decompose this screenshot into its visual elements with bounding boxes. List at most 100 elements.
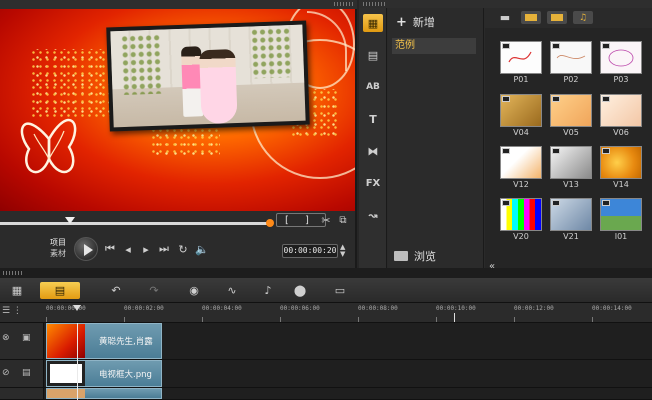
sparkle-decoration [150, 127, 220, 157]
scrubber-track[interactable] [0, 222, 272, 225]
sound-mixer-icon[interactable]: ∿ [222, 282, 242, 299]
thumb-p03[interactable] [600, 41, 642, 74]
trim-end-marker[interactable] [266, 219, 274, 227]
path-icon[interactable]: ↝ [363, 206, 383, 224]
ruler-label: 00:00:06:00 [280, 305, 320, 312]
ruler-label: 00:00:08:00 [358, 305, 398, 312]
transition-icon[interactable]: ⧓ [363, 142, 383, 160]
show-audio-icon[interactable]: ♫ [573, 11, 593, 24]
add-folder-button[interactable]: + 新增 [396, 14, 435, 30]
motion-tracking-icon[interactable]: ⬤ [290, 282, 310, 299]
enlarge-preview-icon[interactable]: ⧉ [336, 213, 350, 227]
video-editor-window: [ ] ✂ ⧉ 项目 素材 ⏮ ◂ ▸ ⏭ ↻ 🔈 00:00:00:20 ▲ ▼… [0, 0, 652, 400]
thumb-v12[interactable] [500, 146, 542, 179]
overlay-track-icon: ▤ [22, 368, 31, 378]
folder-icon[interactable]: ▬ [495, 11, 515, 24]
repeat-icon[interactable]: ↻ [177, 243, 189, 256]
record-capture-icon[interactable]: ◉ [184, 282, 204, 299]
thumb-p01[interactable] [500, 41, 542, 74]
thumb-label: V06 [613, 128, 629, 137]
scrubber-handle[interactable] [65, 217, 75, 224]
thumb-label: V04 [513, 128, 529, 137]
panel-grip[interactable] [3, 271, 23, 275]
media-icon[interactable]: ▦ [363, 14, 383, 32]
timeline-clip[interactable]: 黄聪先生,肖露 [46, 323, 162, 359]
ruler-label: 00:00:14:00 [592, 305, 632, 312]
browse-icon [394, 251, 408, 261]
browse-label: 浏览 [414, 250, 436, 263]
redo-icon[interactable]: ↷ [146, 282, 162, 299]
play-mode-selector[interactable]: 项目 素材 [50, 237, 66, 259]
mode-project[interactable]: 项目 [50, 237, 66, 248]
overlay-track-header: ⊘ ▤ [0, 360, 44, 387]
volume-icon[interactable]: 🔈 [195, 243, 209, 256]
timeline-view-icon[interactable]: ▤ [40, 282, 80, 299]
thumb-label: P03 [613, 75, 629, 84]
thumb-v06[interactable] [600, 94, 642, 127]
undo-icon[interactable]: ↶ [108, 282, 124, 299]
video-track-header: ⊗ ▣ [0, 323, 44, 359]
add-folder-label: 新增 [412, 16, 435, 29]
home-icon[interactable]: ⏮ [104, 242, 116, 255]
library-panel: ▦ ▤ AB T ⧓ FX ↝ + 新增 范例 浏览 ▬ ♫ P01 P02 P… [359, 0, 652, 272]
thumb-label: V05 [563, 128, 579, 137]
play-button[interactable] [74, 237, 98, 261]
next-frame-icon[interactable]: ▸ [140, 243, 152, 256]
timeline-ruler[interactable]: ☰ ⋮ 00:00:00:00 00:00:02:00 00:00:04:00 … [0, 303, 652, 323]
video-track: ⊗ ▣ 黄聪先生,肖露 [0, 323, 652, 360]
track-manager-icon[interactable]: ☰ ⋮ [2, 306, 22, 316]
folder-item-selected[interactable]: 范例 [392, 38, 476, 54]
auto-music-icon[interactable]: ♪ [258, 282, 278, 299]
thumb-v13[interactable] [550, 146, 592, 179]
text-icon[interactable]: T [363, 110, 383, 128]
split-scissors-icon[interactable]: ✂ [319, 212, 333, 228]
mark-in-button[interactable]: [ [285, 215, 289, 226]
panel-grip[interactable] [334, 2, 354, 6]
panel-grip[interactable] [363, 2, 387, 6]
scrubber-bar: [ ] ✂ ⧉ [0, 211, 355, 231]
clip-label: 电视框大.png [99, 369, 152, 380]
thumb-i01[interactable] [600, 198, 642, 231]
browse-button[interactable]: 浏览 [394, 248, 436, 264]
timeline-clip[interactable]: 电视框大.png [46, 360, 162, 387]
track-lock-icon[interactable]: ⊘ [2, 368, 10, 378]
title-icon[interactable]: AB [363, 78, 383, 96]
show-video-icon[interactable] [521, 11, 541, 24]
plus-icon: + [396, 14, 407, 30]
instant-project-icon[interactable]: ▤ [363, 46, 383, 64]
thumb-label: P01 [513, 75, 529, 84]
end-icon[interactable]: ⏭ [158, 242, 170, 255]
thumb-v05[interactable] [550, 94, 592, 127]
thumb-label: V14 [613, 180, 629, 189]
show-photo-icon[interactable] [547, 11, 567, 24]
thumb-p02[interactable] [550, 41, 592, 74]
subtitle-editor-icon[interactable]: ▭ [330, 282, 350, 299]
ruler-label: 00:00:04:00 [202, 305, 242, 312]
folder-list: + 新增 范例 浏览 [388, 8, 484, 268]
mode-clip[interactable]: 素材 [50, 248, 66, 259]
timecode-display[interactable]: 00:00:00:20 [282, 244, 338, 258]
thumb-v04[interactable] [500, 94, 542, 127]
fx-icon[interactable]: FX [363, 174, 383, 192]
video-track-icon: ▣ [22, 333, 31, 343]
library-header [359, 0, 652, 8]
previous-frame-icon[interactable]: ◂ [122, 243, 134, 256]
timeline-clip[interactable] [46, 388, 162, 399]
mark-out-button[interactable]: ] [305, 215, 309, 226]
thumb-v20[interactable] [500, 198, 542, 231]
timeline-divider [0, 268, 652, 278]
thumb-v21[interactable] [550, 198, 592, 231]
overlay-track: ⊘ ▤ 电视框大.png [0, 360, 652, 388]
ruler-label: 00:00:12:00 [514, 305, 554, 312]
preview-header [0, 0, 357, 9]
ruler-label: 00:00:10:00 [436, 305, 476, 312]
timecode-spinner[interactable]: ▲ ▼ [340, 244, 345, 258]
ruler-label: 00:00:02:00 [124, 305, 164, 312]
preview-canvas[interactable] [0, 9, 355, 211]
track-visibility-icon[interactable]: ⊗ [2, 333, 10, 343]
timeline-playhead[interactable] [73, 305, 81, 311]
playback-controls: 项目 素材 ⏮ ◂ ▸ ⏭ ↻ 🔈 00:00:00:20 ▲ ▼ [0, 231, 355, 268]
thumb-v14[interactable] [600, 146, 642, 179]
storyboard-view-icon[interactable]: ▦ [6, 282, 28, 299]
timeline-playhead-line [77, 323, 78, 400]
